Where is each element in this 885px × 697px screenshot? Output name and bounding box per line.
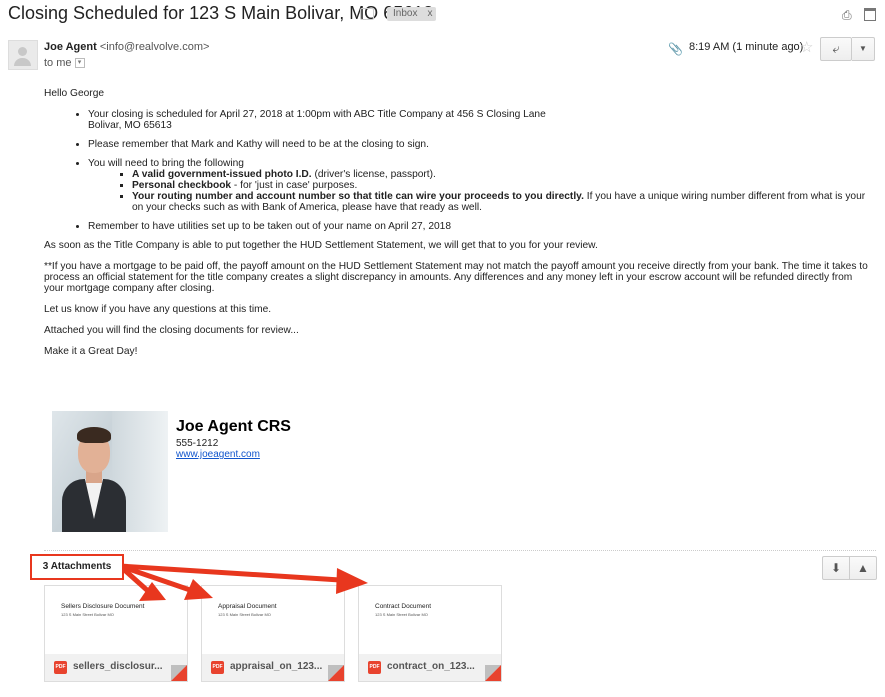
paragraph: As soon as the Title Company is able to … [44, 240, 598, 251]
inbox-label-text: Inbox [393, 8, 418, 19]
sub-list-item: Personal checkbook - for 'just in case' … [132, 180, 874, 191]
photo-hair [77, 427, 111, 443]
preview-line: 123 S Main Street Bolivar MO [375, 612, 428, 617]
bullet-list: Your closing is scheduled for April 27, … [44, 109, 874, 232]
sender-name[interactable]: Joe Agent [44, 41, 97, 53]
list-item: Your closing is scheduled for April 27, … [88, 109, 874, 131]
attachment-card[interactable]: Sellers Disclosure Document 123 S Main S… [44, 585, 188, 682]
sender-line: Joe Agent <info@realvolve.com> [44, 41, 209, 53]
list-item: You will need to bring the following A v… [88, 158, 874, 213]
more-button[interactable]: ▼ [852, 37, 875, 61]
attachment-filename: contract_on_123... [387, 661, 475, 672]
preview-line: 123 S Main Street Bolivar MO [61, 612, 114, 617]
sub-bullet-list: A valid government-issued photo I.D. (dr… [88, 169, 874, 213]
important-marker-icon[interactable] [360, 8, 374, 20]
sub-rest: (driver's license, passport). [311, 169, 436, 180]
sub-bold: Personal checkbook [132, 180, 232, 191]
attachment-filename: sellers_disclosur... [73, 661, 163, 672]
sent-time: 8:19 AM (1 minute ago) [689, 41, 804, 53]
details-dropdown-icon[interactable]: ▾ [74, 58, 85, 69]
avatar-body [14, 58, 31, 66]
download-all-button[interactable]: ⬇ [822, 556, 850, 580]
reply-button[interactable]: ⤶ [820, 37, 852, 61]
chevron-down-icon: ▼ [859, 44, 867, 53]
bullet-text: Your closing is scheduled for April 27, … [88, 109, 546, 120]
list-item: Please remember that Mark and Kathy will… [88, 139, 874, 150]
attachments-divider [44, 550, 876, 551]
attachments-count: 3 Attachments [30, 554, 124, 580]
sub-bold: Your routing number and account number s… [132, 191, 584, 202]
attachment-filename: appraisal_on_123... [230, 661, 323, 672]
inbox-label[interactable]: Inbox x [387, 7, 437, 21]
preview-title: Sellers Disclosure Document [61, 603, 145, 610]
save-to-drive-button[interactable]: ▲ [849, 556, 877, 580]
attachment-footer: PDF appraisal_on_123... [202, 654, 344, 681]
sub-bold: A valid government-issued photo I.D. [132, 169, 312, 180]
signature-phone: 555-1212 [176, 438, 219, 449]
paperclip-icon: 📎 [668, 42, 683, 56]
recipient-line: to me ▾ [44, 57, 85, 69]
reply-icon: ⤶ [832, 41, 840, 56]
paragraph: Attached you will find the closing docum… [44, 325, 299, 336]
attachment-card[interactable]: Appraisal Document 123 S Main Street Bol… [201, 585, 345, 682]
star-icon[interactable]: ☆ [800, 38, 813, 56]
pdf-icon: PDF [54, 661, 67, 674]
signature-photo [52, 411, 168, 532]
message-body: Hello George Your closing is scheduled f… [44, 88, 874, 367]
avatar-head [18, 47, 27, 56]
arrow-to-contract [119, 563, 341, 583]
paragraph: Let us know if you have any questions at… [44, 304, 272, 315]
download-icon: ⬇ [830, 561, 842, 575]
list-item: Remember to have utilities set up to be … [88, 221, 874, 232]
new-window-icon[interactable] [864, 8, 876, 21]
signature-link[interactable]: www.joeagent.com [176, 449, 260, 460]
recipient-text: to me [44, 57, 72, 69]
preview-title: Appraisal Document [218, 603, 277, 610]
paragraph: **If you have a mortgage to be paid off,… [44, 261, 868, 294]
preview-line: 123 S Main Street Bolivar MO [218, 612, 271, 617]
preview-title: Contract Document [375, 603, 431, 610]
pdf-icon: PDF [368, 661, 381, 674]
attachment-footer: PDF sellers_disclosur... [45, 654, 187, 681]
attachment-footer: PDF contract_on_123... [359, 654, 501, 681]
drive-icon: ▲ [857, 561, 869, 575]
sub-list-item: A valid government-issued photo I.D. (dr… [132, 169, 874, 180]
greeting: Hello George [44, 88, 105, 99]
pdf-icon: PDF [211, 661, 224, 674]
attachment-card[interactable]: Contract Document 123 S Main Street Boli… [358, 585, 502, 682]
signature-name: Joe Agent CRS [176, 418, 291, 435]
paragraph: Make it a Great Day! [44, 346, 138, 357]
bullet-text-cont: Bolivar, MO 65613 [88, 120, 172, 131]
sub-rest: - for 'just in case' purposes. [231, 180, 358, 191]
print-icon[interactable]: ⎙ [842, 8, 852, 23]
avatar [8, 40, 38, 70]
bullet-text: You will need to bring the following [88, 158, 244, 169]
remove-label-button[interactable]: x [427, 8, 432, 19]
sub-list-item: Your routing number and account number s… [132, 191, 874, 213]
sender-email: <info@realvolve.com> [99, 41, 210, 53]
